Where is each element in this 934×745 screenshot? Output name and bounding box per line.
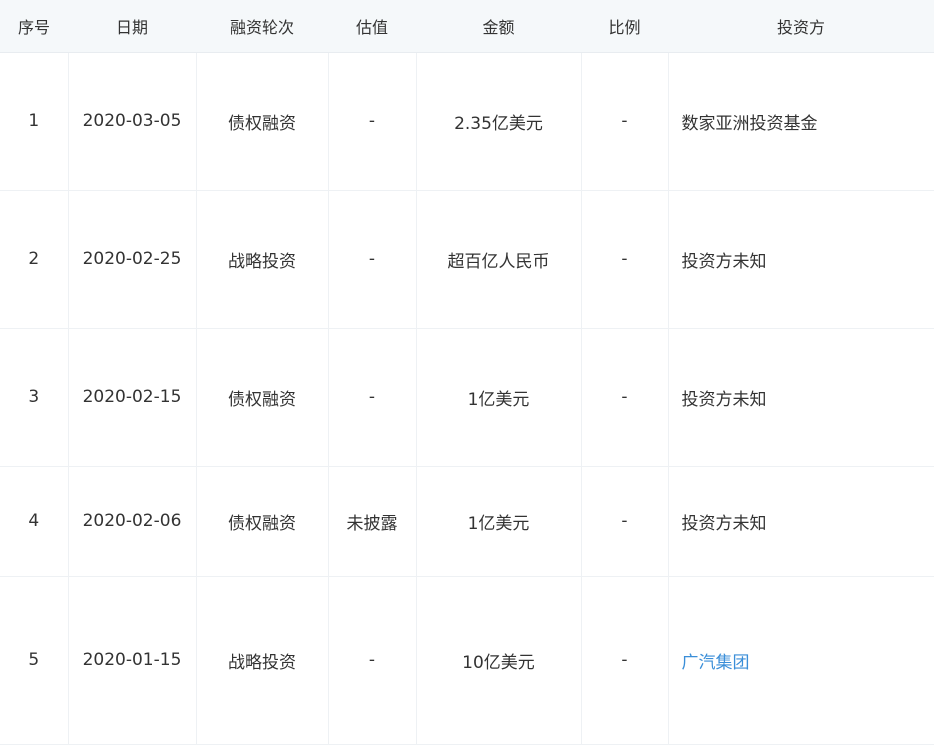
- cell-amount: 2.35亿美元: [416, 52, 582, 191]
- cell-round: 债权融资: [196, 328, 329, 467]
- table-body: 1 2020-03-05 债权融资 - 2.35亿美元 - 数家亚洲投资基金 2…: [0, 52, 934, 745]
- cell-date: 2020-03-05: [68, 52, 197, 191]
- cell-investor: 数家亚洲投资基金: [668, 52, 934, 191]
- cell-valuation: -: [328, 190, 417, 329]
- cell-index: 2: [0, 190, 69, 329]
- cell-valuation: 未披露: [328, 466, 417, 577]
- cell-investor: 投资方未知: [668, 190, 934, 329]
- cell-index: 3: [0, 328, 69, 467]
- table-header: 序号 日期 融资轮次 估值 金额 比例 投资方: [0, 0, 934, 53]
- header-amount: 金额: [416, 0, 581, 53]
- header-row: 序号 日期 融资轮次 估值 金额 比例 投资方: [0, 0, 934, 53]
- investor-link[interactable]: 广汽集团: [682, 653, 750, 673]
- header-round: 融资轮次: [196, 0, 328, 53]
- cell-valuation: -: [328, 576, 417, 745]
- cell-date: 2020-02-15: [68, 328, 197, 467]
- cell-amount: 1亿美元: [416, 328, 582, 467]
- header-valuation: 估值: [328, 0, 416, 53]
- header-investor: 投资方: [668, 0, 934, 53]
- financing-table: 序号 日期 融资轮次 估值 金额 比例 投资方 1 2020-03-05 债权融…: [0, 0, 934, 745]
- cell-ratio: -: [581, 466, 669, 577]
- cell-valuation: -: [328, 328, 417, 467]
- cell-ratio: -: [581, 328, 669, 467]
- header-ratio: 比例: [581, 0, 668, 53]
- cell-round: 债权融资: [196, 52, 329, 191]
- table-row: 3 2020-02-15 债权融资 - 1亿美元 - 投资方未知: [0, 328, 934, 467]
- header-date: 日期: [68, 0, 196, 53]
- cell-amount: 10亿美元: [416, 576, 582, 745]
- cell-amount: 超百亿人民币: [416, 190, 582, 329]
- cell-amount: 1亿美元: [416, 466, 582, 577]
- cell-date: 2020-02-25: [68, 190, 197, 329]
- table-row: 4 2020-02-06 债权融资 未披露 1亿美元 - 投资方未知: [0, 466, 934, 577]
- cell-round: 债权融资: [196, 466, 329, 577]
- cell-ratio: -: [581, 190, 669, 329]
- cell-valuation: -: [328, 52, 417, 191]
- cell-investor: 投资方未知: [668, 466, 934, 577]
- cell-investor: 广汽集团: [668, 576, 934, 745]
- cell-date: 2020-02-06: [68, 466, 197, 577]
- table-row: 1 2020-03-05 债权融资 - 2.35亿美元 - 数家亚洲投资基金: [0, 52, 934, 191]
- cell-date: 2020-01-15: [68, 576, 197, 745]
- header-index: 序号: [0, 0, 68, 53]
- cell-index: 4: [0, 466, 69, 577]
- cell-index: 5: [0, 576, 69, 745]
- cell-ratio: -: [581, 52, 669, 191]
- cell-ratio: -: [581, 576, 669, 745]
- cell-index: 1: [0, 52, 69, 191]
- table-row: 2 2020-02-25 战略投资 - 超百亿人民币 - 投资方未知: [0, 190, 934, 329]
- cell-investor: 投资方未知: [668, 328, 934, 467]
- table-row: 5 2020-01-15 战略投资 - 10亿美元 - 广汽集团: [0, 576, 934, 745]
- cell-round: 战略投资: [196, 576, 329, 745]
- cell-round: 战略投资: [196, 190, 329, 329]
